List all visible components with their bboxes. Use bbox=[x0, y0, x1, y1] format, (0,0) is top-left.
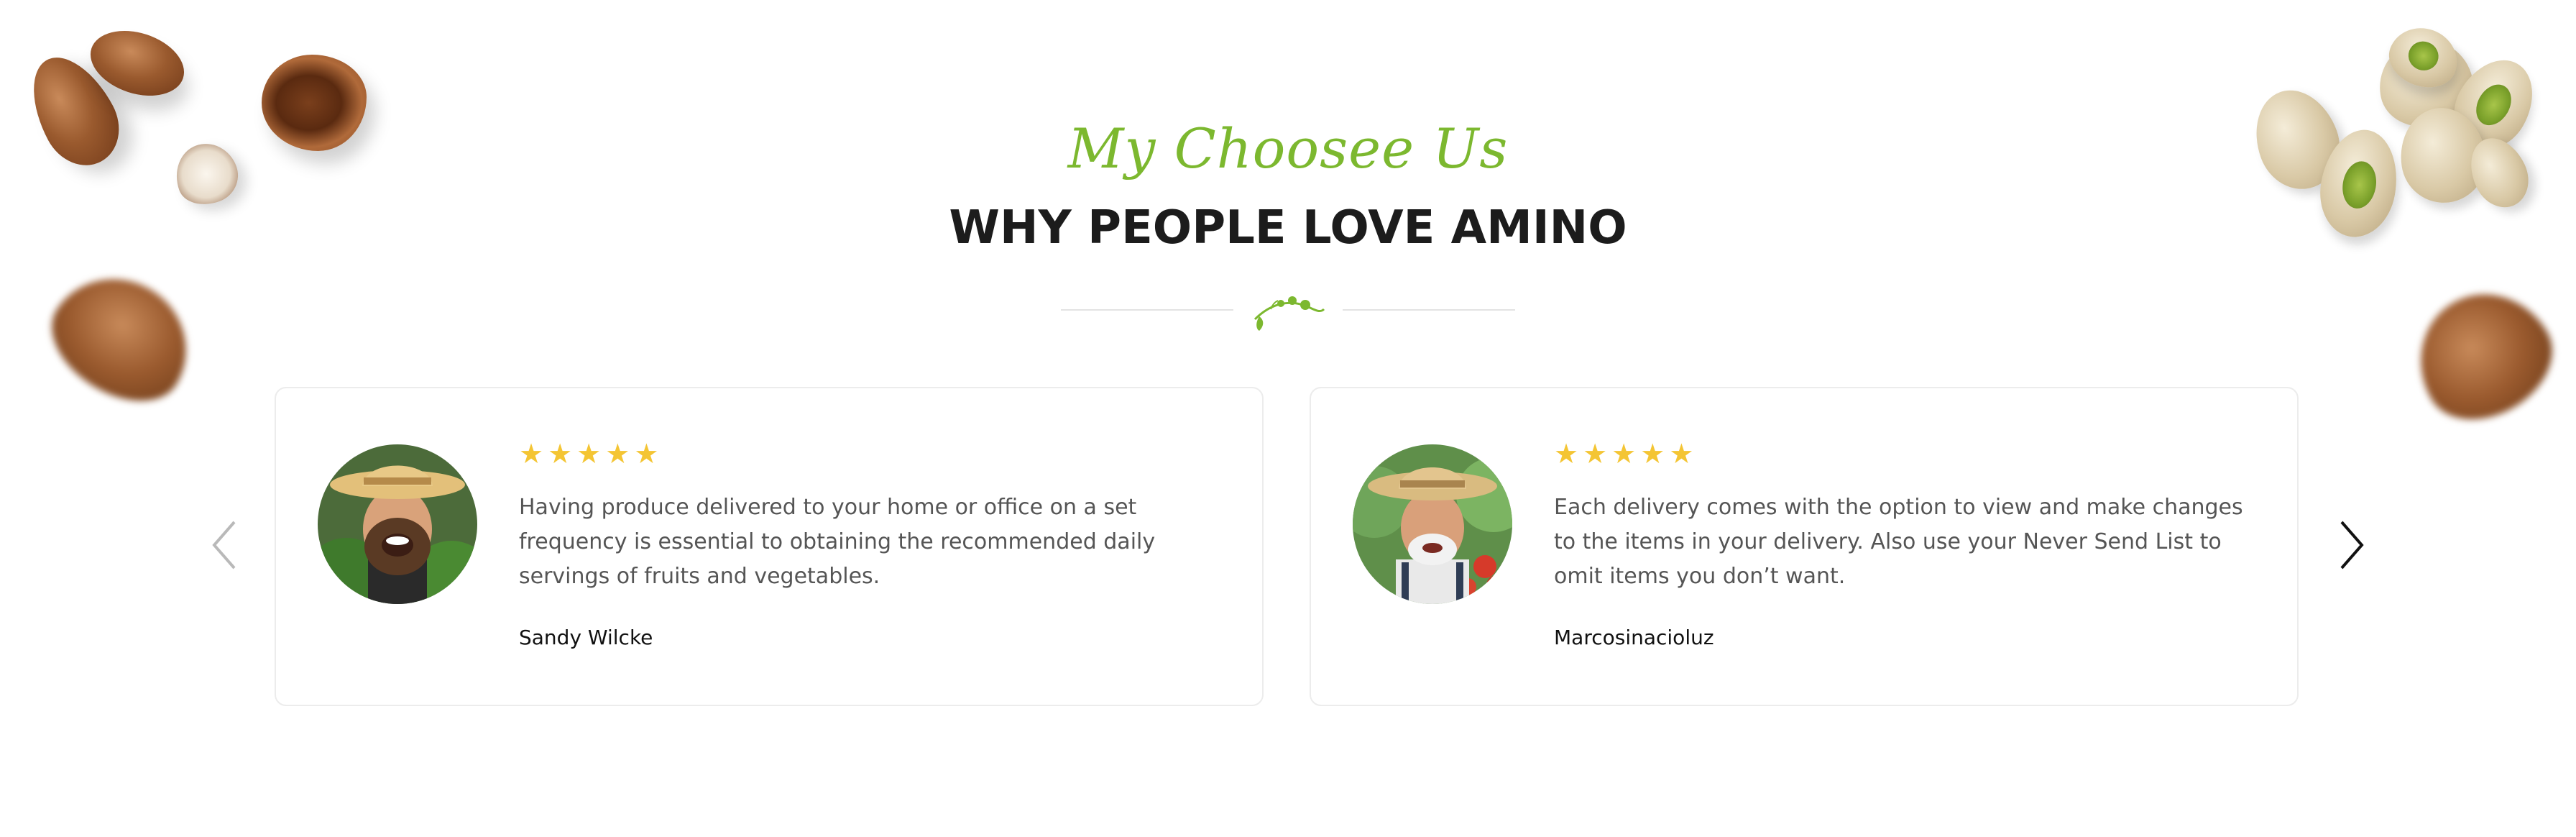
title-divider bbox=[1061, 288, 1515, 332]
blurred-almond-decoration bbox=[32, 252, 212, 424]
elderly-farmer-avatar bbox=[1353, 444, 1512, 604]
testimonial-text: Each delivery comes with the option to v… bbox=[1554, 495, 2243, 589]
star-icon: ★ bbox=[1611, 438, 1637, 470]
star-icon: ★ bbox=[1640, 438, 1665, 470]
testimonial-text: Having produce delivered to your home or… bbox=[519, 495, 1156, 589]
star-icon: ★ bbox=[605, 438, 630, 470]
star-icon: ★ bbox=[576, 438, 602, 470]
blurred-almond-decoration bbox=[2395, 269, 2572, 442]
star-icon: ★ bbox=[1583, 438, 1608, 470]
star-icon: ★ bbox=[519, 438, 544, 470]
rating-stars: ★ ★ ★ ★ ★ bbox=[519, 440, 658, 467]
chevron-right-icon bbox=[2340, 521, 2364, 570]
star-icon: ★ bbox=[1554, 438, 1579, 470]
chevron-left-icon bbox=[212, 521, 236, 570]
slider-prev-button[interactable] bbox=[210, 519, 239, 571]
testimonial-author: Marcosinacioluz bbox=[1554, 626, 1714, 649]
farmer-avatar bbox=[318, 444, 477, 604]
section-subtitle: My Choosee Us bbox=[1067, 116, 1509, 180]
testimonial-author: Sandy Wilcke bbox=[519, 626, 653, 649]
testimonial-card: ★ ★ ★ ★ ★ Each delivery comes with the o… bbox=[1310, 387, 2299, 706]
star-icon: ★ bbox=[548, 438, 573, 470]
rating-stars: ★ ★ ★ ★ ★ bbox=[1554, 440, 1693, 467]
section-title: WHY PEOPLE LOVE AMINO bbox=[949, 201, 1627, 255]
leaf-ornament-icon bbox=[1254, 296, 1325, 331]
star-icon: ★ bbox=[1669, 438, 1694, 470]
slider-next-button[interactable] bbox=[2337, 519, 2366, 571]
testimonial-card: ★ ★ ★ ★ ★ Having produce delivered to yo… bbox=[275, 387, 1264, 706]
star-icon: ★ bbox=[634, 438, 659, 470]
